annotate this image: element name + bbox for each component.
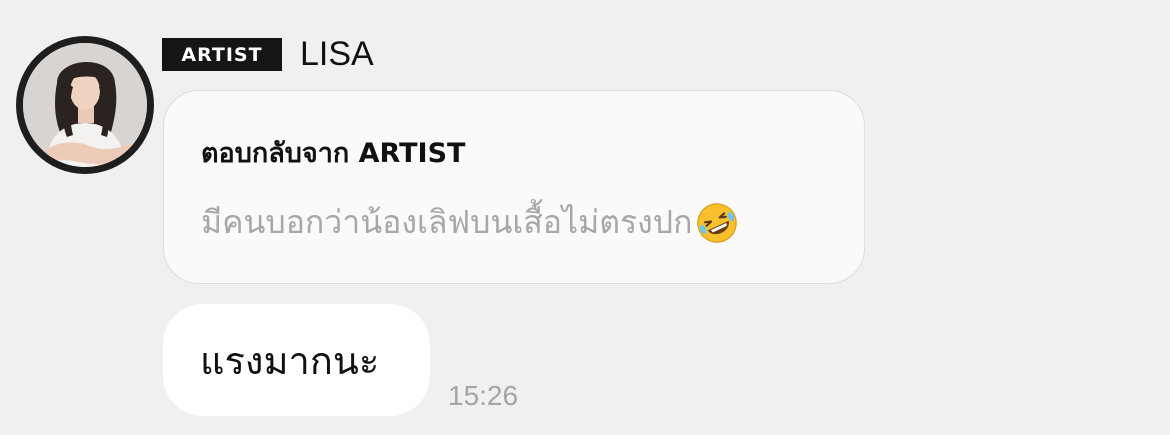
- message-timestamp: 15:26: [448, 380, 519, 411]
- quoted-message: มีคนบอกว่าน้องเลิฟบนเสื้อไม่ตรงปก: [201, 197, 740, 248]
- rolling-on-floor-laughing-emoji-icon: [694, 200, 740, 246]
- avatar[interactable]: [16, 36, 154, 174]
- quoted-text: มีคนบอกว่าน้องเลิฟบนเสื้อไม่ตรงปก: [201, 203, 693, 241]
- chat-screen: ARTIST LISA ตอบกลับจาก ARTIST มีคนบอกว่า…: [0, 0, 1170, 435]
- reply-quote-bubble[interactable]: ตอบกลับจาก ARTIST มีคนบอกว่าน้องเลิฟบนเส…: [163, 90, 865, 284]
- artist-badge: ARTIST: [162, 38, 282, 71]
- message-bubble[interactable]: แรงมากนะ: [163, 304, 430, 416]
- sender-name: LISA: [300, 35, 374, 73]
- avatar-photo: [23, 43, 147, 167]
- message-text: แรงมากนะ: [200, 338, 380, 383]
- reply-header: ตอบกลับจาก ARTIST: [201, 138, 466, 169]
